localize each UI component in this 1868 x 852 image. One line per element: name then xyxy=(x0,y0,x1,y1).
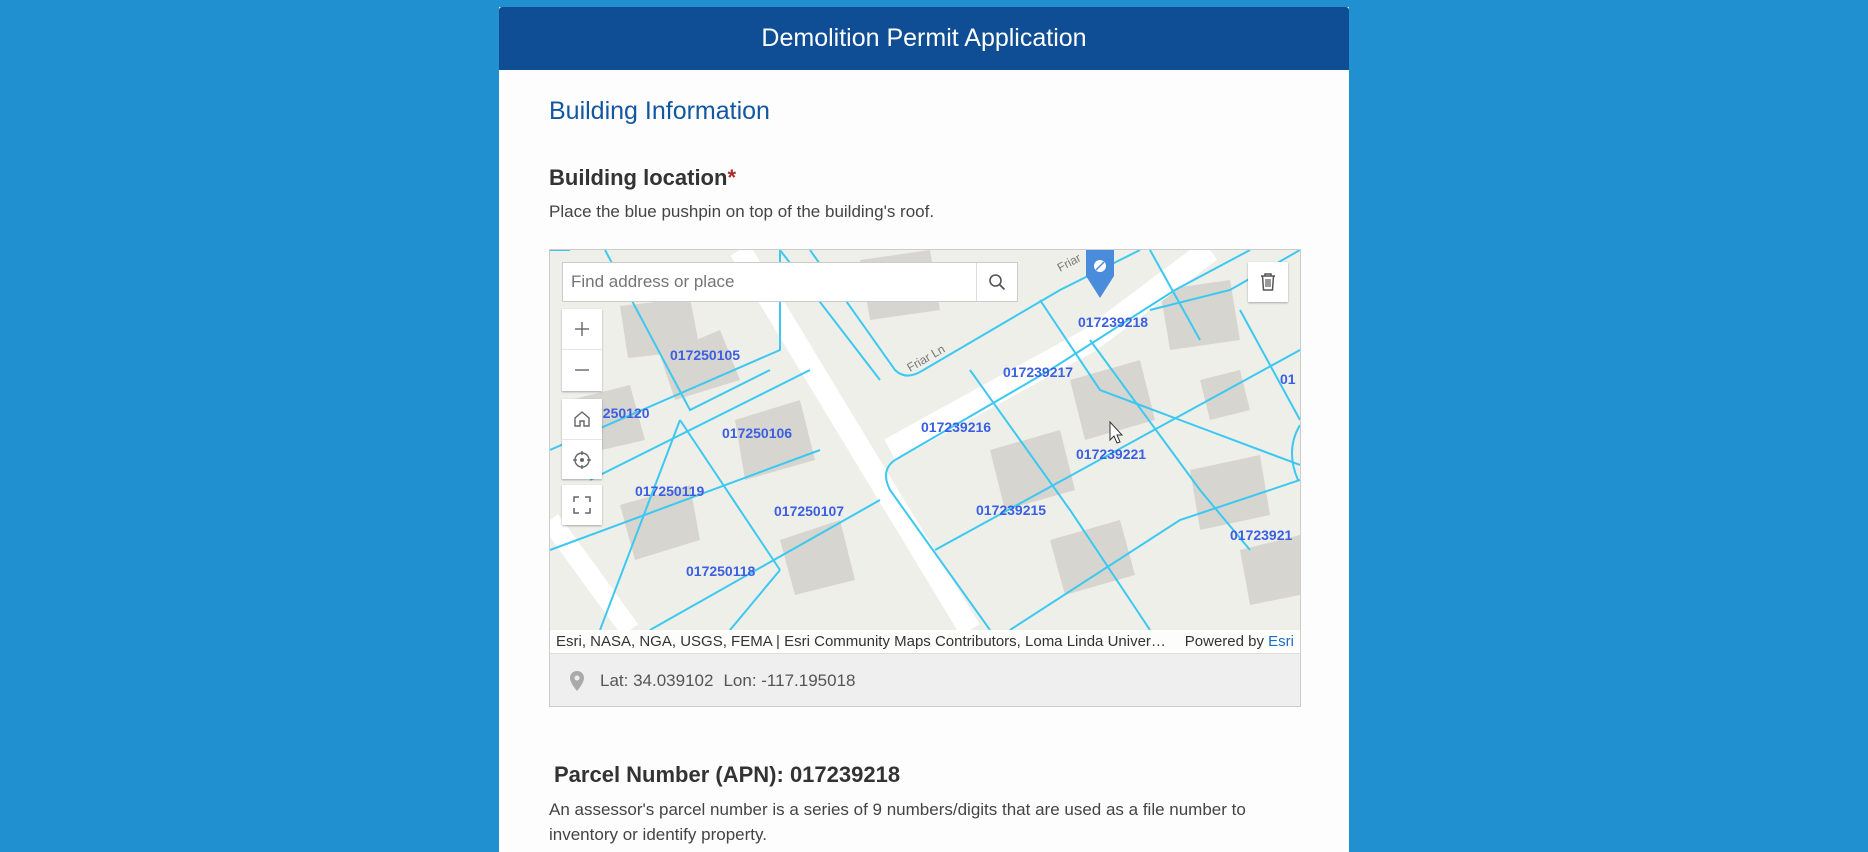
fullscreen-button[interactable] xyxy=(562,485,602,525)
parcel-label: 01 xyxy=(1280,371,1296,387)
parcel-label: 017250119 xyxy=(635,483,705,499)
parcel-label: 017250106 xyxy=(722,425,792,441)
parcel-label: 017250107 xyxy=(774,503,844,519)
home-icon xyxy=(574,411,590,427)
parcel-label: 017250105 xyxy=(670,347,740,363)
nav-tools xyxy=(562,399,602,479)
form-title: Demolition Permit Application xyxy=(761,24,1087,52)
home-button[interactable] xyxy=(562,399,602,439)
required-mark: * xyxy=(727,165,736,190)
map-canvas[interactable]: Friar Ln Friar 017250105 7250120 0172501… xyxy=(550,250,1300,630)
parcel-label: 017239217 xyxy=(1003,364,1073,380)
search-input[interactable] xyxy=(563,263,973,301)
apn-description: An assessor's parcel number is a series … xyxy=(549,800,1246,844)
search-icon xyxy=(989,274,1006,291)
parcel-label: 017250118 xyxy=(686,563,756,579)
locate-button[interactable] xyxy=(562,439,602,480)
powered-by-text: Powered by xyxy=(1184,633,1264,650)
zoom-out-button[interactable] xyxy=(562,349,602,390)
zoom-in-button[interactable] xyxy=(562,309,602,349)
plus-icon xyxy=(575,322,589,336)
parcel-label: 017239218 xyxy=(1078,314,1148,330)
parcel-label: 017239221 xyxy=(1076,446,1146,462)
section-title: Building Information xyxy=(549,97,770,125)
fullscreen-icon xyxy=(573,496,591,514)
parcel-label: 01723921 xyxy=(1230,527,1293,543)
building-location-text: Building location xyxy=(549,165,728,190)
latitude-value: Lat: 34.039102 xyxy=(600,670,714,690)
form-card: Demolition Permit Application Building I… xyxy=(499,7,1349,852)
parcel-label: 017239215 xyxy=(976,502,1046,518)
coordinates-bar: Lat: 34.039102 Lon: -117.195018 xyxy=(550,653,1300,706)
attribution-sources[interactable]: Esri, NASA, NGA, USGS, FEMA | Esri Commu… xyxy=(556,633,1166,650)
parcel-label: 7250120 xyxy=(595,405,650,421)
minus-icon xyxy=(575,369,589,371)
search-button[interactable] xyxy=(976,263,1017,301)
longitude-value: Lon: -117.195018 xyxy=(723,670,856,690)
fullscreen-control xyxy=(562,485,602,525)
esri-link[interactable]: Esri xyxy=(1268,633,1294,650)
map-widget: Friar Ln Friar 017250105 7250120 0172501… xyxy=(549,249,1301,707)
search-box xyxy=(562,262,1018,302)
crosshair-icon xyxy=(573,451,591,469)
clear-location-button[interactable] xyxy=(1248,262,1288,302)
powered-by: Powered by Esri xyxy=(1185,633,1294,650)
building-location-label: Building location* xyxy=(549,165,736,191)
zoom-controls xyxy=(562,309,602,391)
building-location-hint: Place the blue pushpin on top of the bui… xyxy=(549,202,935,221)
location-pin-icon xyxy=(570,670,584,691)
form-header: Demolition Permit Application xyxy=(499,7,1349,70)
apn-title: Parcel Number (APN): 017239218 xyxy=(554,762,901,787)
trash-icon xyxy=(1261,273,1275,291)
map-attribution: Esri, NASA, NGA, USGS, FEMA | Esri Commu… xyxy=(550,630,1300,653)
parcel-label: 017239216 xyxy=(921,419,991,435)
